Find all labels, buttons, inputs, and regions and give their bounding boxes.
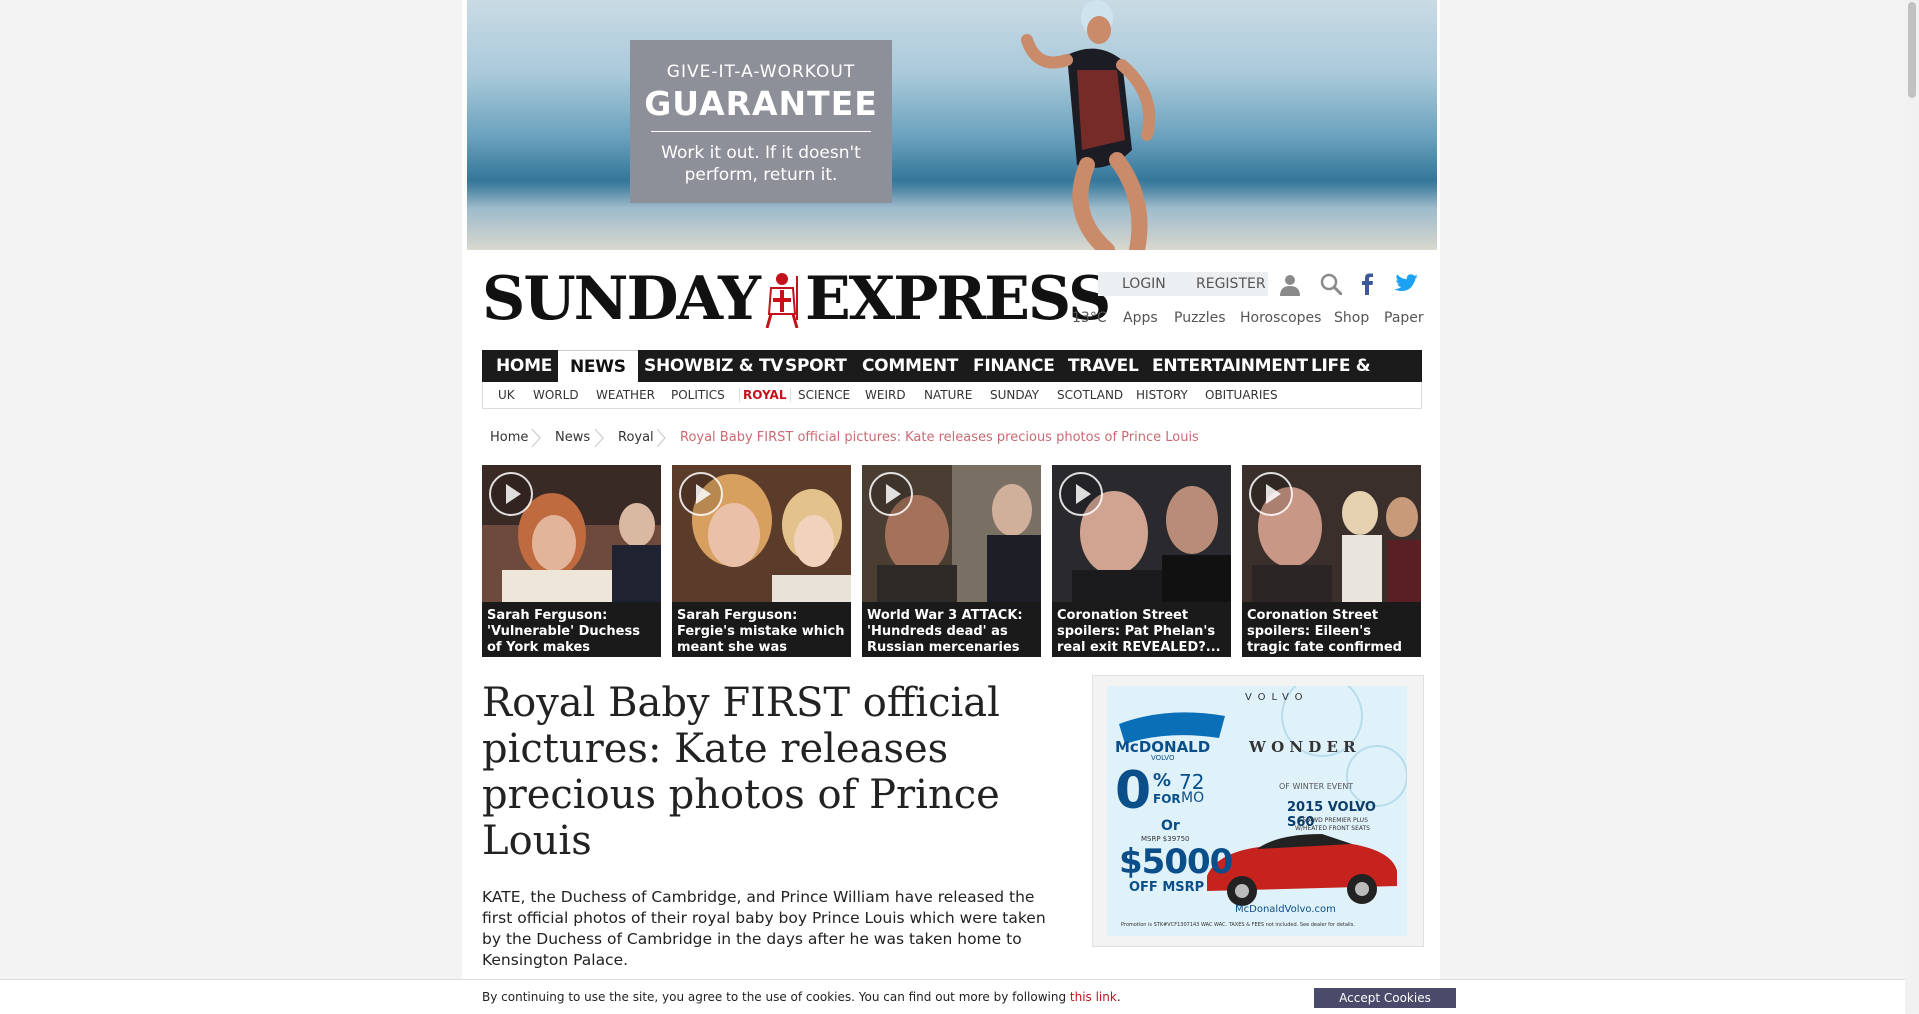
subnav-item-politics[interactable]: POLITICS — [671, 388, 725, 402]
ad-or: Or — [1161, 818, 1180, 834]
top-banner-ad[interactable]: GIVE-IT-A-WORKOUT GUARANTEE Work it out.… — [467, 0, 1437, 250]
logo-text-left: SUNDAY — [482, 264, 761, 334]
nav-item-showbiz-tv[interactable]: SHOWBIZ & TV — [644, 350, 783, 382]
subnav-item-science[interactable]: SCIENCE — [798, 388, 850, 402]
ad-discount: $5000 — [1119, 842, 1233, 882]
subnav-item-weather[interactable]: WEATHER — [596, 388, 655, 402]
ad-line-1: GIVE-IT-A-WORKOUT — [666, 62, 856, 82]
weather-temperature[interactable]: 13°C — [1072, 310, 1107, 326]
ad-rate-pct: % — [1153, 770, 1172, 791]
ad-dealer-sub: VOLVO — [1151, 754, 1175, 762]
nav-item-life-style[interactable]: LIFE & STYLE — [1311, 350, 1422, 408]
breadcrumb-current: Royal Baby FIRST official pictures: Kate… — [680, 430, 1199, 445]
video-caption: Coronation Street spoilers: Pat Phelan's… — [1052, 602, 1231, 657]
puzzles-link[interactable]: Puzzles — [1174, 310, 1226, 326]
ad-guarantee-box: GIVE-IT-A-WORKOUT GUARANTEE Work it out.… — [630, 40, 892, 203]
ad-rate: 0 — [1115, 761, 1152, 821]
scrollbar-thumb[interactable] — [1908, 2, 1916, 98]
cookie-message-text: By continuing to use the site, you agree… — [482, 990, 1070, 1004]
ad-months-unit: MO — [1181, 790, 1205, 806]
breadcrumb-home[interactable]: Home — [490, 430, 528, 445]
breadcrumb-chevron-icon — [656, 428, 666, 448]
ad-line-4: perform, return it. — [684, 165, 838, 185]
apps-link[interactable]: Apps — [1123, 310, 1158, 326]
play-icon[interactable] — [1058, 471, 1104, 517]
nav-item-home[interactable]: HOME — [496, 350, 552, 382]
ad-swimmer-image — [1021, 0, 1156, 250]
subnav-item-nature[interactable]: NATURE — [924, 388, 972, 402]
video-caption: Coronation Street spoilers: Eileen's tra… — [1242, 602, 1421, 657]
accept-cookies-button[interactable]: Accept Cookies — [1314, 988, 1456, 1008]
account-bar: LOGIN REGISTER — [1098, 272, 1268, 296]
subnav-item-uk[interactable]: UK — [498, 388, 515, 402]
main-nav: HOME NEWS SHOWBIZ & TV SPORT COMMENT FIN… — [482, 350, 1422, 408]
ad-url: McDonaldVolvo.com — [1235, 904, 1336, 915]
video-caption: Sarah Ferguson: Fergie's mistake which m… — [672, 602, 851, 657]
subnav-item-world[interactable]: WORLD — [533, 388, 579, 402]
subnav-item-history[interactable]: HISTORY — [1136, 388, 1188, 402]
nav-item-entertainment[interactable]: ENTERTAINMENT — [1152, 350, 1308, 382]
ad-divider — [651, 131, 871, 132]
ad-waves — [467, 180, 1437, 250]
article-intro: KATE, the Duchess of Cambridge, and Prin… — [482, 888, 1046, 969]
breadcrumb-chevron-icon — [594, 428, 604, 448]
horoscopes-link[interactable]: Horoscopes — [1240, 310, 1321, 326]
sub-nav: UK WORLD WEATHER POLITICS ROYAL SCIENCE … — [482, 382, 1422, 409]
video-card[interactable]: Coronation Street spoilers: Pat Phelan's… — [1052, 465, 1231, 657]
cookie-policy-link[interactable]: this link — [1070, 990, 1117, 1004]
ad-event: OF WINTER EVENT — [1279, 782, 1354, 791]
video-caption: Sarah Ferguson: 'Vulnerable' Duchess of … — [482, 602, 661, 657]
ad-line-2: GUARANTEE — [644, 84, 878, 123]
logo-text-right: EXPRESS — [804, 264, 1111, 334]
video-card[interactable]: Sarah Ferguson: 'Vulnerable' Duchess of … — [482, 465, 661, 657]
subnav-item-obituaries[interactable]: OBITUARIES — [1205, 388, 1278, 402]
video-caption: World War 3 ATTACK: 'Hundreds dead' as R… — [862, 602, 1041, 657]
ad-model-sub2: W/HEATED FRONT SEATS — [1295, 825, 1370, 832]
search-icon[interactable] — [1320, 273, 1342, 295]
nav-item-sport[interactable]: SPORT — [785, 350, 847, 382]
ad-line-3: Work it out. If it doesn't — [661, 143, 861, 163]
breadcrumb-chevron-icon — [531, 428, 541, 448]
ad-rate-for: FOR — [1153, 792, 1181, 806]
nav-item-finance[interactable]: FINANCE — [973, 350, 1055, 382]
page-scrollbar[interactable] — [1905, 0, 1919, 1013]
ad-fineprint: Promotion is STK#VCF1307143 WAC WAC. TAX… — [1121, 922, 1355, 928]
play-icon[interactable] — [1248, 471, 1294, 517]
ad-model-sub: T5 AWD PREMIER PLUS — [1299, 817, 1368, 824]
nav-item-news[interactable]: NEWS — [558, 350, 638, 383]
ad-discount-sub: OFF MSRP — [1129, 880, 1205, 895]
site-logo[interactable]: SUNDAY EXPRESS — [482, 264, 1111, 334]
twitter-icon[interactable] — [1394, 274, 1418, 294]
play-icon[interactable] — [488, 471, 534, 517]
subnav-item-royal[interactable]: ROYAL — [739, 388, 791, 402]
breadcrumb-royal[interactable]: Royal — [618, 430, 654, 445]
register-link[interactable]: REGISTER — [1196, 276, 1266, 292]
cookie-banner: By continuing to use the site, you agree… — [0, 979, 1905, 1014]
cookie-message-end: . — [1116, 990, 1121, 1004]
cookie-message: By continuing to use the site, you agree… — [482, 990, 1121, 1004]
crusader-logo-icon — [765, 273, 799, 328]
side-ad-creative: VOLVO McDONALD VOLVO W O N D E R OF WINT… — [1107, 686, 1407, 936]
play-icon[interactable] — [678, 471, 724, 517]
subnav-item-weird[interactable]: WEIRD — [865, 388, 906, 402]
video-card[interactable]: Coronation Street spoilers: Eileen's tra… — [1242, 465, 1421, 657]
paper-link[interactable]: Paper — [1384, 310, 1424, 326]
nav-item-comment[interactable]: COMMENT — [862, 350, 958, 382]
breadcrumb-news[interactable]: News — [555, 430, 590, 445]
nav-item-travel[interactable]: TRAVEL — [1068, 350, 1139, 382]
play-icon[interactable] — [868, 471, 914, 517]
user-icon[interactable] — [1278, 272, 1302, 296]
facebook-icon[interactable] — [1360, 273, 1374, 295]
side-ad[interactable]: VOLVO McDONALD VOLVO W O N D E R OF WINT… — [1092, 675, 1424, 947]
video-card[interactable]: World War 3 ATTACK: 'Hundreds dead' as R… — [862, 465, 1041, 657]
ad-brand: VOLVO — [1245, 692, 1309, 703]
login-link[interactable]: LOGIN — [1122, 276, 1166, 292]
video-card[interactable]: Sarah Ferguson: Fergie's mistake which m… — [672, 465, 851, 657]
ad-wonder: W O N D E R — [1249, 738, 1356, 756]
subnav-item-sunday[interactable]: SUNDAY — [990, 388, 1039, 402]
article-headline: Royal Baby FIRST official pictures: Kate… — [482, 680, 1000, 864]
subnav-item-scotland[interactable]: SCOTLAND — [1057, 388, 1123, 402]
shop-link[interactable]: Shop — [1334, 310, 1369, 326]
